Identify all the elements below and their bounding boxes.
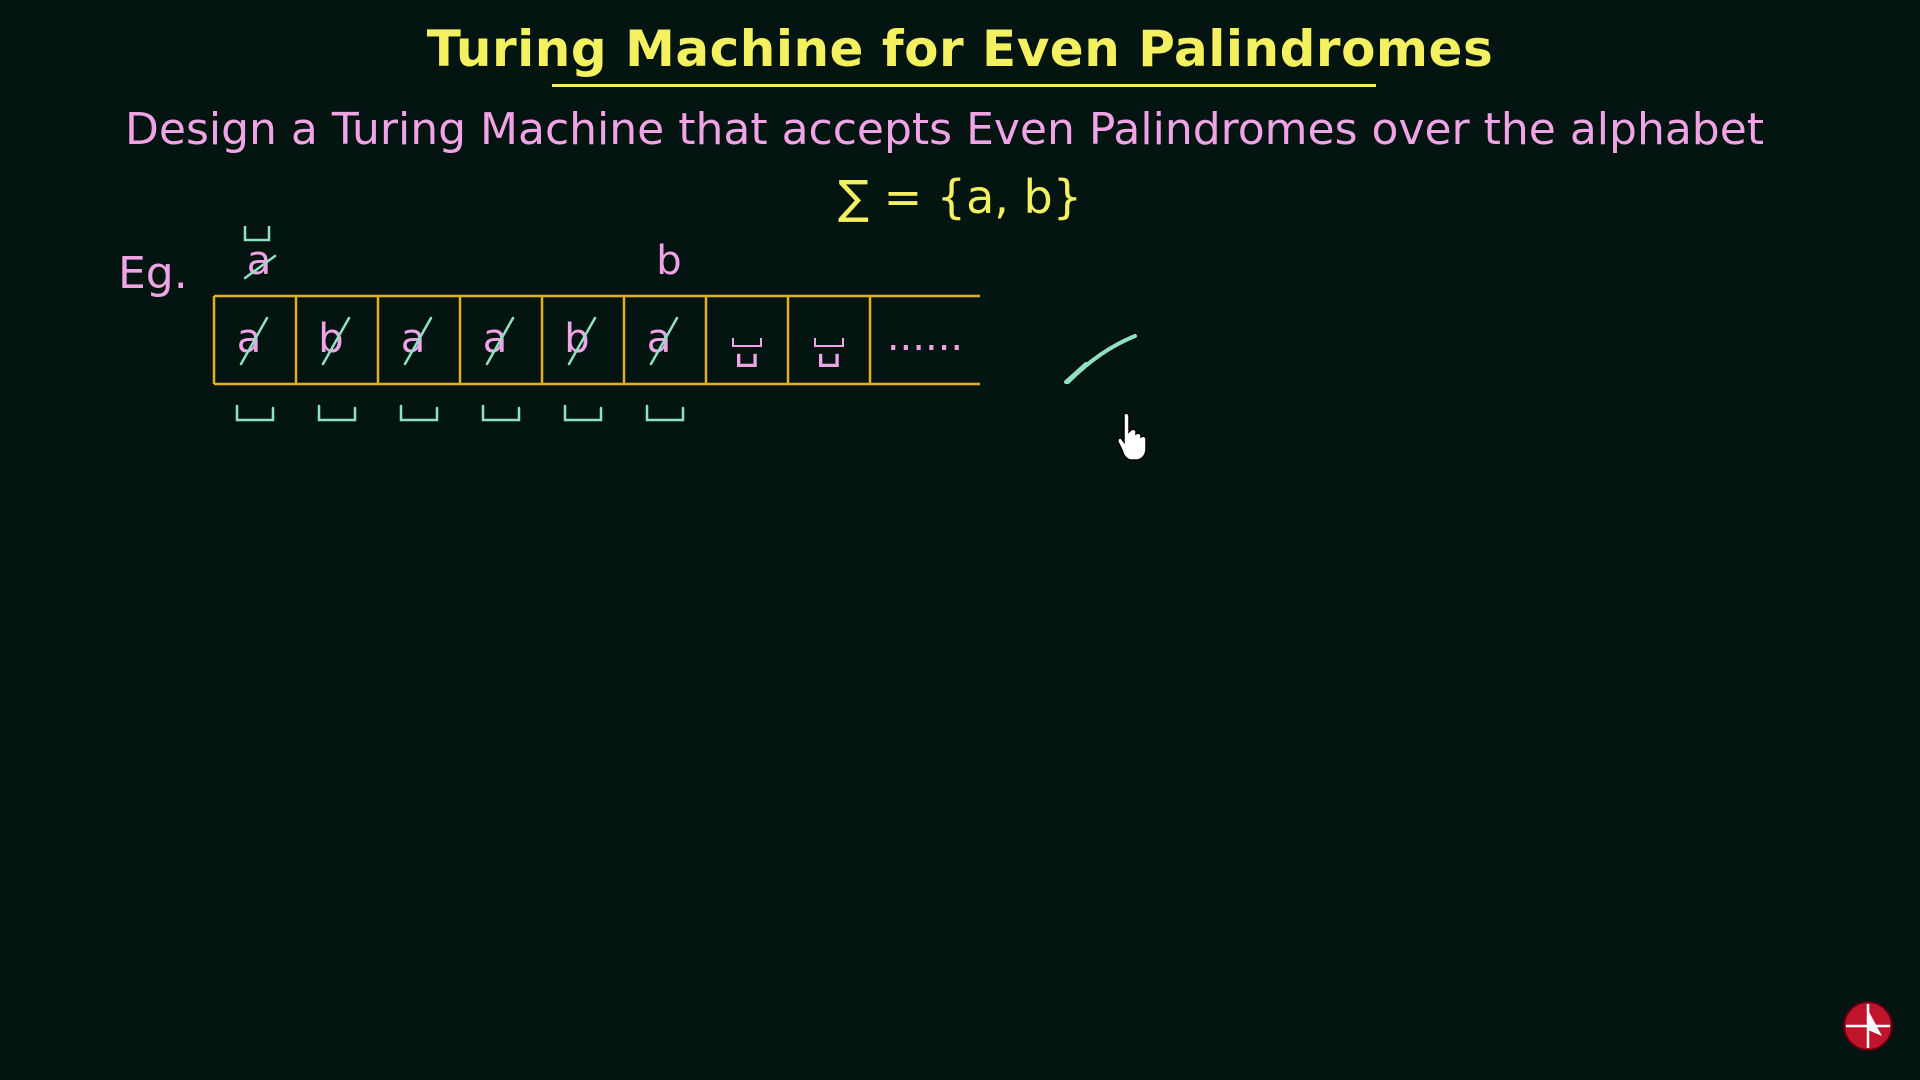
tape-ellipsis: ...... — [887, 314, 963, 360]
tape-cell-symbol: a — [401, 316, 426, 362]
tape-cell-symbol: a — [647, 316, 672, 362]
tape-cell-symbol: ␣ — [734, 322, 759, 368]
blank-symbol-icon — [645, 404, 685, 422]
tape: a b a a b a ␣ ␣...... — [212, 294, 980, 386]
blank-symbol-icon — [235, 404, 275, 422]
chalkboard-canvas: Turing Machine for Even Palindromes Desi… — [0, 0, 1920, 1080]
tape-above-marks: ab — [243, 226, 682, 284]
channel-logo-icon — [1843, 1001, 1893, 1051]
tape-cell-symbol: a — [483, 316, 508, 362]
blank-symbol-icon — [481, 404, 521, 422]
tape-below-marks — [235, 404, 685, 422]
tape-cell-symbol: a — [237, 316, 262, 362]
check-mark-icon — [1064, 334, 1137, 384]
tape-above-symbol: b — [656, 238, 681, 284]
blank-symbol-icon — [563, 404, 603, 422]
tape-diagram: a b a a b a ␣ ␣...... ab — [212, 226, 1147, 461]
blank-symbol-icon — [317, 404, 357, 422]
tape-cell-symbol: b — [318, 316, 343, 362]
hand-cursor-icon — [1117, 412, 1147, 461]
tape-cell-symbol: b — [564, 316, 589, 362]
blank-symbol-icon — [399, 404, 439, 422]
tape-cell-symbol: ␣ — [816, 322, 841, 368]
